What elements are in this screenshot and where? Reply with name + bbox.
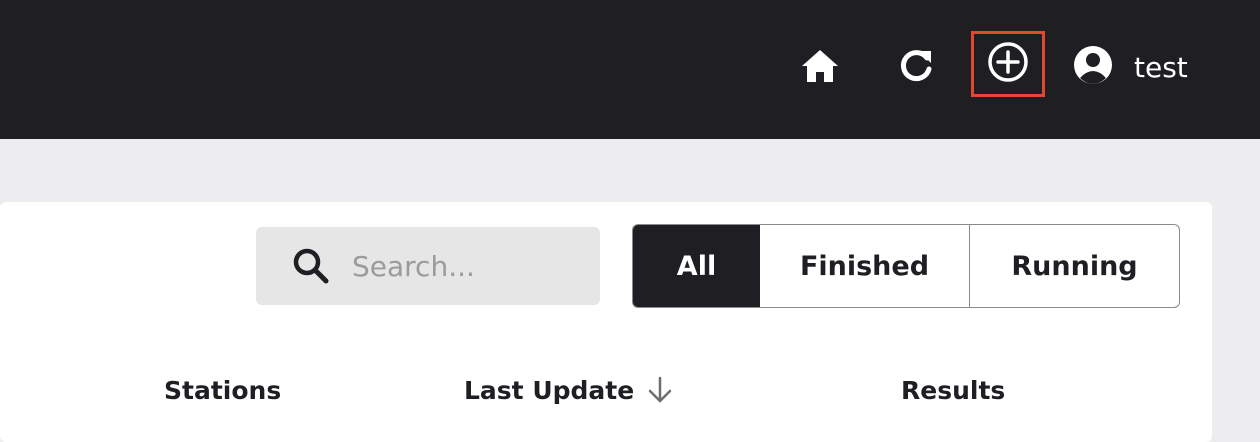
filter-running-button[interactable]: Running bbox=[970, 225, 1179, 307]
user-menu-button[interactable]: test bbox=[1072, 44, 1212, 90]
refresh-icon bbox=[897, 47, 935, 89]
filter-finished-button[interactable]: Finished bbox=[760, 225, 970, 307]
refresh-button[interactable] bbox=[894, 46, 938, 90]
add-button[interactable] bbox=[971, 31, 1045, 97]
user-name: test bbox=[1134, 50, 1188, 84]
column-header-label: Results bbox=[901, 375, 1006, 405]
filter-all-button[interactable]: All bbox=[633, 225, 760, 307]
user-circle-icon bbox=[1072, 44, 1114, 90]
home-button[interactable] bbox=[798, 46, 842, 90]
search-box bbox=[256, 227, 600, 305]
column-header-label: Last Update bbox=[464, 375, 635, 405]
column-header-stations[interactable]: Stations bbox=[164, 372, 281, 408]
column-header-last-update[interactable]: Last Update bbox=[464, 372, 672, 408]
top-navbar: test bbox=[0, 0, 1260, 139]
status-filter: All Finished Running bbox=[632, 224, 1180, 308]
arrow-down-icon[interactable] bbox=[648, 376, 672, 404]
search-input[interactable] bbox=[352, 245, 582, 287]
column-header-results[interactable]: Results bbox=[901, 372, 1005, 408]
search-icon bbox=[292, 247, 330, 285]
plus-circle-icon bbox=[987, 41, 1029, 87]
home-icon bbox=[800, 48, 840, 88]
column-header-label: Stations bbox=[164, 375, 282, 405]
